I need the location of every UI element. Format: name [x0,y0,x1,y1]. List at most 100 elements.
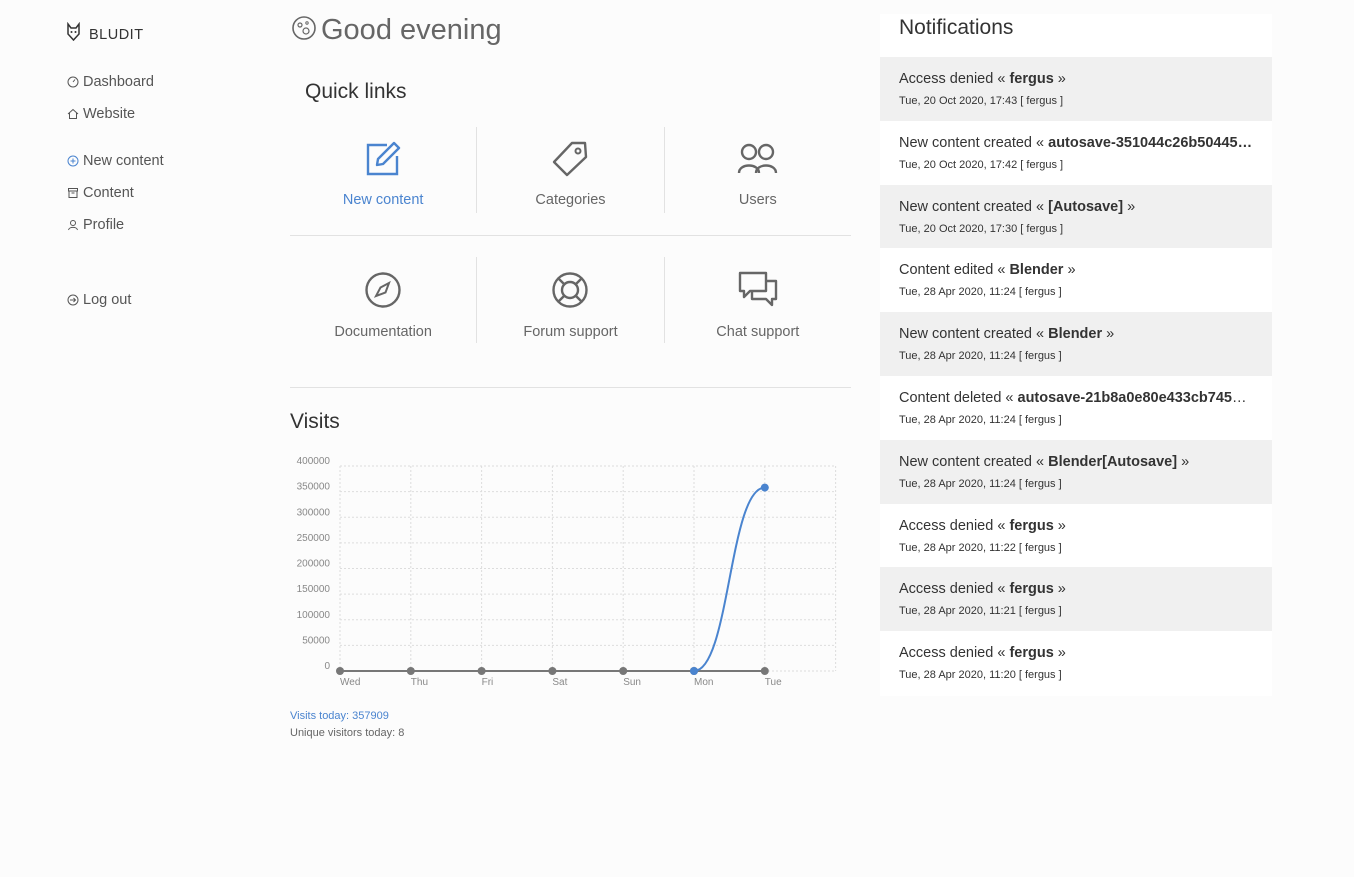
notification-item: Access denied « fergus » Tue, 20 Oct 2020… [880,57,1272,121]
y-tick-label: 150000 [297,584,331,595]
visits-today[interactable]: Visits today: 357909 [290,710,389,722]
edit-icon [365,141,401,182]
notification-action: New content created « [899,198,1049,215]
quick-link-label: Documentation [334,324,432,340]
quick-link-label: Users [738,192,777,208]
notification-action: New content created « [899,453,1049,470]
data-point [406,667,415,675]
notification-tail: » [1053,645,1066,662]
quick-link-label: Chat support [716,324,800,340]
quick-link-forum-support[interactable]: Forum support [477,257,665,343]
brand[interactable]: BLUDIT [66,21,144,47]
notification-date: Tue, 28 Apr 2020, 11:20 [ fergus ] [899,669,1062,682]
notification-tail: » [1102,326,1115,343]
notification-tail: » [1177,453,1190,470]
series-line [693,486,766,672]
quick-links-title: Quick links [305,80,407,103]
dashboard-icon [66,76,79,89]
notification-subject: fergus [1009,517,1054,534]
data-point [760,483,769,492]
sidebar-item-new-content[interactable]: New content [66,153,164,169]
users-icon [737,141,779,182]
notification-subject: Blender [1048,326,1103,343]
visits-title: Visits [290,410,340,433]
notification-subject: Blender[Autosave] [1048,453,1178,470]
archive-icon [66,187,79,200]
notifications-panel: Notifications Access denied « fergus » Tu… [880,14,1272,696]
notification-item: Content edited « Blender » Tue, 28 Apr 20… [880,248,1272,312]
quick-link-label: New content [342,192,424,208]
notification-action: Access denied « [899,517,1010,534]
notification-item: Content deleted « autosave-21b8a0e80e433… [880,376,1272,440]
notification-date: Tue, 28 Apr 2020, 11:22 [ fergus ] [899,541,1062,554]
notifications-list: Access denied « fergus » Tue, 20 Oct 2020… [880,57,1272,695]
notification-subject: fergus [1009,645,1054,662]
quick-links-row-1: New content Categories Users [290,127,851,213]
sidebar-item-profile[interactable]: Profile [66,217,124,233]
quick-link-documentation[interactable]: Documentation [290,257,478,343]
y-tick-label: 100000 [297,610,331,621]
greeting: Good evening [291,14,502,47]
notification-date: Tue, 20 Oct 2020, 17:42 [ fergus ] [899,158,1064,171]
data-point [548,667,557,675]
quick-link-users[interactable]: Users [665,127,851,213]
tag-icon [552,141,588,182]
notification-action: Access denied « [899,71,1010,87]
notification-date: Tue, 20 Oct 2020, 17:43 [ fergus ] [899,95,1064,107]
x-tick-label: Thu [411,677,428,688]
notification-action: Content deleted « [899,389,1018,406]
notification-subject: fergus [1009,581,1054,598]
greeting-text: Good evening [321,14,502,46]
notification-subject: [Autosave] [1048,198,1124,215]
notification-message: Access denied « fergus » [899,71,1253,87]
notification-date: Tue, 28 Apr 2020, 11:24 [ fergus ] [899,413,1062,426]
notification-action: New content created « [899,326,1049,343]
notification-item: New content created « Blender » Tue, 28 A… [880,312,1272,376]
notification-date: Tue, 20 Oct 2020, 17:30 [ fergus ] [899,222,1064,235]
notifications-title: Notifications [899,16,1014,39]
data-point [336,667,344,675]
quick-link-categories[interactable]: Categories [477,127,665,213]
sidebar-item-label: Dashboard [83,74,154,90]
plus-circle-icon [66,155,79,168]
visits-chart: 400000 350000 300000 250000 200000 150000 1000… [285,455,845,695]
data-point [619,667,628,675]
sidebar-item-label: Profile [83,217,125,233]
notification-action: Access denied « [899,645,1010,662]
sidebar-item-website[interactable]: Website [66,106,135,122]
brand-name: BLUDIT [89,26,144,43]
notification-date: Tue, 28 Apr 2020, 11:24 [ fergus ] [899,477,1062,490]
notification-message: New content created « Blender[Autosave] … [899,454,1253,470]
y-tick-label: 0 [324,661,330,672]
sidebar-item-label: Content [83,185,134,201]
quick-link-new-content[interactable]: New content [290,127,478,213]
y-tick-label: 350000 [297,482,331,493]
data-point [760,667,769,675]
y-tick-label: 50000 [302,635,330,646]
unique-visitors: Unique visitors today: 8 [290,727,405,739]
notification-message: Access denied « fergus » [899,581,1253,597]
x-tick-label: Tue [765,677,782,688]
sidebar-item-content[interactable]: Content [66,185,134,201]
notification-item: New content created « Blender[Autosave] … [880,439,1272,504]
visits-chart-svg: 400000 350000 300000 250000 200000 150000 1000… [297,456,837,688]
notification-tail: » [1053,581,1066,598]
notification-tail: » [1063,262,1076,279]
notification-message: New content created « Blender » [899,326,1253,342]
sidebar-item-logout[interactable]: Log out [66,292,131,308]
notification-subject: autosave-351044c26b50445… [1048,134,1253,151]
logout-icon [66,294,79,307]
data-point [690,667,698,675]
sidebar-item-label: New content [83,153,164,169]
quick-link-chat-support[interactable]: Chat support [665,257,851,343]
x-tick-label: Mon [694,677,713,688]
notification-item: Access denied « fergus » Tue, 28 Apr 2020… [880,567,1272,632]
moon-icon [291,15,317,46]
notification-item: Access denied « fergus » Tue, 28 Apr 2020… [880,631,1272,695]
y-tick-label: 300000 [297,507,331,518]
notification-date: Tue, 28 Apr 2020, 11:24 [ fergus ] [899,286,1062,299]
notification-message: Access denied « fergus » [899,518,1253,534]
notification-message: Content edited « Blender » [899,262,1253,278]
x-tick-label: Wed [340,677,360,688]
sidebar-item-dashboard[interactable]: Dashboard [66,74,154,90]
